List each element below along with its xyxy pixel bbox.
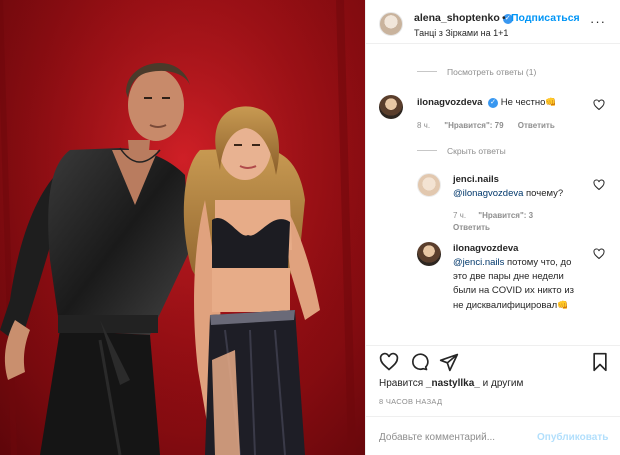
toggle-line — [417, 71, 437, 72]
comment-input[interactable]: Добавьте комментарий... — [379, 432, 495, 443]
comment-age[interactable]: 8 ч. — [417, 121, 430, 130]
comment-body: ilonagvozdeva ✓ Не честно👊 — [417, 95, 597, 110]
reply-age[interactable]: 7 ч. — [453, 211, 466, 220]
dancers-illustration — [0, 0, 365, 455]
fist-emoji-icon: 👊 — [557, 300, 569, 310]
reply-button[interactable]: Ответить — [518, 121, 555, 130]
comment-icon[interactable] — [409, 352, 429, 372]
liked-by-user[interactable]: _nastyllka_ — [426, 378, 480, 389]
reply-meta: 7 ч. "Нравится": 3 Ответить — [453, 210, 583, 234]
publish-button[interactable]: Опубликовать — [537, 432, 608, 443]
post-location[interactable]: Танці з Зірками на 1+1 — [414, 28, 508, 38]
post-photo[interactable] — [0, 0, 365, 455]
author-avatar[interactable] — [379, 12, 403, 36]
comment-likes[interactable]: "Нравится": 79 — [444, 121, 503, 130]
post-timestamp[interactable]: 8 ЧАСОВ НАЗАД — [379, 397, 442, 406]
fist-emoji-icon: 👊 — [545, 97, 557, 107]
reply-reply-button[interactable]: Ответить — [453, 223, 490, 232]
reply-avatar[interactable] — [417, 173, 441, 197]
comments-thread: Посмотреть ответы (1) ilonagvozdeva ✓ Не… — [366, 45, 620, 345]
reply-mention[interactable]: @jenci.nails — [453, 257, 504, 268]
reply-body: ilonagvozdeva @jenci.nails потому что, д… — [453, 242, 585, 313]
likes-summary: Нравится _nastyllka_ и другим — [379, 378, 523, 389]
post-header: alena_shoptenko ✓ • Подписаться Танці з З… — [366, 0, 620, 44]
like-reply-heart-icon[interactable] — [593, 248, 605, 260]
follow-button[interactable]: Подписаться — [511, 12, 580, 24]
save-bookmark-icon[interactable] — [591, 352, 609, 372]
reply-mention[interactable]: @ilonagvozdeva — [453, 188, 523, 199]
reply-body: jenci.nails @ilonagvozdeva почему? — [453, 173, 593, 201]
reply-username[interactable]: ilonagvozdeva — [453, 242, 585, 256]
likes-prefix: Нравится — [379, 378, 426, 389]
view-replies-label[interactable]: Посмотреть ответы (1) — [447, 67, 536, 77]
instagram-post: alena_shoptenko ✓ • Подписаться Танці з З… — [0, 0, 620, 455]
author-username[interactable]: alena_shoptenko ✓ — [414, 12, 513, 24]
likes-suffix[interactable]: и другим — [480, 378, 524, 389]
header-separator: • — [502, 12, 506, 24]
reply-likes[interactable]: "Нравится": 3 — [478, 211, 533, 220]
comment-text: Не честно — [500, 97, 546, 108]
add-comment-bar: Добавьте комментарий... Опубликовать — [366, 416, 620, 455]
like-heart-icon[interactable] — [379, 352, 399, 372]
reply-username[interactable]: jenci.nails — [453, 173, 593, 187]
hide-replies-toggle[interactable]: Скрыть ответы — [417, 146, 506, 156]
share-icon[interactable] — [439, 352, 459, 372]
comment-username[interactable]: ilonagvozdeva — [417, 97, 482, 108]
like-comment-heart-icon[interactable] — [593, 99, 605, 111]
reply-text: почему? — [523, 188, 564, 199]
post-actions: Нравится _nastyllka_ и другим 8 ЧАСОВ НА… — [366, 345, 620, 455]
toggle-line — [417, 150, 437, 151]
verified-badge-icon: ✓ — [488, 98, 499, 108]
view-replies-toggle[interactable]: Посмотреть ответы (1) — [417, 67, 536, 77]
post-side-panel: alena_shoptenko ✓ • Подписаться Танці з З… — [365, 0, 620, 455]
comment-avatar[interactable] — [379, 95, 403, 119]
hide-replies-label[interactable]: Скрыть ответы — [447, 146, 506, 156]
author-username-text[interactable]: alena_shoptenko — [414, 12, 500, 24]
comment-meta: 8 ч. "Нравится": 79 Ответить — [417, 120, 555, 132]
more-options-icon[interactable]: ··· — [590, 14, 606, 29]
like-reply-heart-icon[interactable] — [593, 179, 605, 191]
reply-avatar[interactable] — [417, 242, 441, 266]
